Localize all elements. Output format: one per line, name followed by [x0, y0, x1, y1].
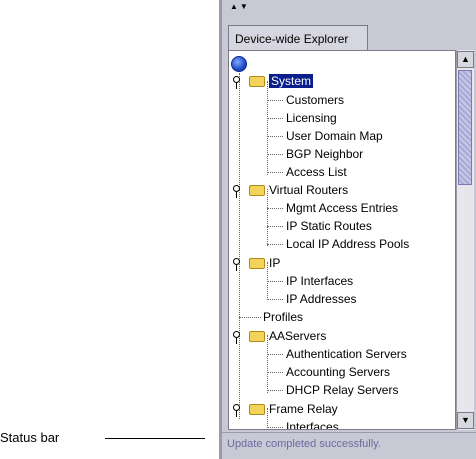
splitter-bar[interactable] — [222, 0, 476, 16]
tree-node-profiles[interactable]: Profiles — [263, 308, 303, 326]
folder-icon — [249, 185, 265, 197]
folder-icon — [249, 404, 265, 416]
tree-connector — [267, 81, 268, 175]
key-icon[interactable] — [231, 330, 243, 344]
tree-node-virtual-routers[interactable]: Virtual Routers — [231, 181, 348, 199]
key-icon[interactable] — [231, 75, 243, 89]
tree-node-ip-static-routes[interactable]: IP Static Routes — [286, 217, 372, 235]
tree-node-interfaces[interactable]: Interfaces — [286, 418, 339, 429]
tree-node-accounting-servers[interactable]: Accounting Servers — [286, 363, 390, 381]
tree-node-aaservers[interactable]: AAServers — [231, 327, 326, 345]
status-bar: Update completed successfully. — [222, 432, 476, 454]
status-bar-callout-label: Status bar — [0, 430, 60, 445]
tree-node-local-ip-address-pools[interactable]: Local IP Address Pools — [286, 235, 409, 253]
tree-node-ip-addresses[interactable]: IP Addresses — [286, 290, 357, 308]
tree-node-system[interactable]: System — [231, 72, 314, 90]
folder-icon — [249, 331, 265, 343]
tree-node-label: Frame Relay — [269, 402, 338, 416]
tree-connector — [239, 73, 240, 419]
tree-node-ip-interfaces[interactable]: IP Interfaces — [286, 272, 353, 290]
folder-icon — [249, 258, 265, 270]
tree-node-label: System — [269, 74, 314, 88]
tree-node-authentication-servers[interactable]: Authentication Servers — [286, 345, 407, 363]
splitter-arrows-icon[interactable]: ▲▼ — [230, 2, 250, 11]
globe-icon[interactable] — [231, 56, 247, 72]
tree-panel: System Customers Licensing User Domain M… — [228, 50, 456, 430]
tree-node-label: AAServers — [269, 329, 327, 343]
tree-node-customers[interactable]: Customers — [286, 91, 344, 109]
tree-node-user-domain-map[interactable]: User Domain Map — [286, 127, 383, 145]
scroll-thumb[interactable] — [458, 70, 472, 185]
folder-icon — [249, 76, 265, 88]
tree-node-bgp-neighbor[interactable]: BGP Neighbor — [286, 145, 363, 163]
key-icon[interactable] — [231, 403, 243, 417]
tree-node-licensing[interactable]: Licensing — [286, 109, 337, 127]
tree-node-label: IP — [269, 256, 281, 270]
tab-device-wide-explorer[interactable]: Device-wide Explorer — [228, 25, 368, 51]
tree-node-ip[interactable]: IP — [231, 254, 280, 272]
tree-node-dhcp-relay-servers[interactable]: DHCP Relay Servers — [286, 381, 398, 399]
scroll-down-icon[interactable]: ▼ — [457, 412, 474, 429]
tree-node-access-list[interactable]: Access List — [286, 163, 347, 181]
key-icon[interactable] — [231, 184, 243, 198]
scroll-up-icon[interactable]: ▲ — [457, 51, 474, 68]
tree-node-frame-relay[interactable]: Frame Relay — [231, 400, 338, 418]
tree-node-label: Virtual Routers — [269, 183, 349, 197]
tree-node-mgmt-access-entries[interactable]: Mgmt Access Entries — [286, 199, 398, 217]
callout-line — [105, 438, 205, 439]
key-icon[interactable] — [231, 257, 243, 271]
